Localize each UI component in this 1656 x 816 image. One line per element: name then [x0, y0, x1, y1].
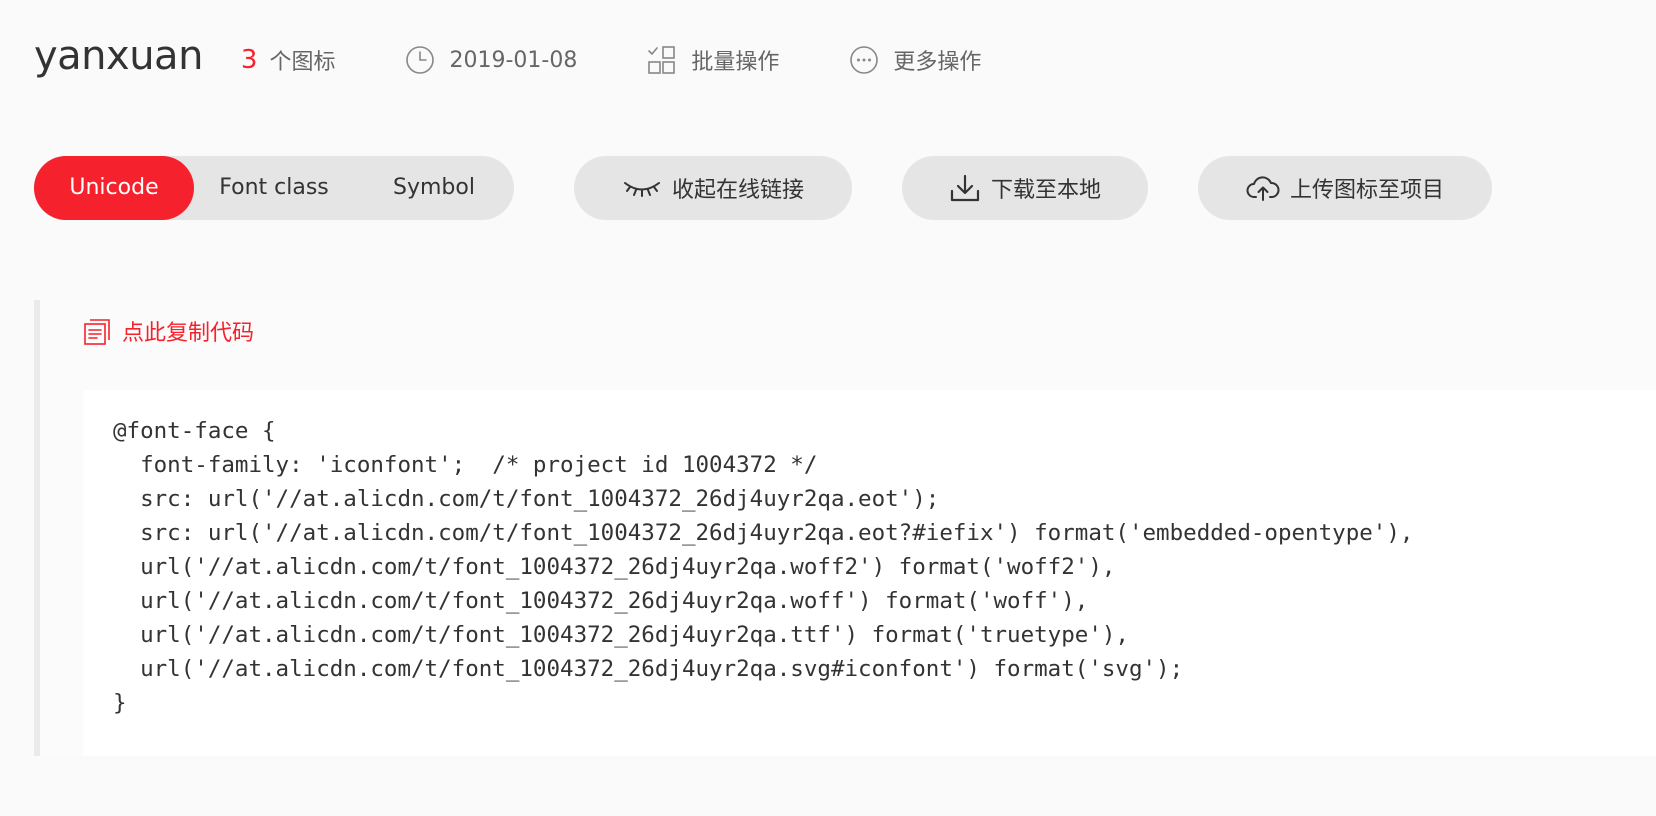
tab-symbol[interactable]: Symbol [354, 156, 514, 220]
download-local-label: 下载至本地 [990, 178, 1101, 203]
code-line: font-family: 'iconfont'; /* project id 1… [113, 452, 818, 478]
copy-icon [84, 319, 110, 345]
more-operations-button[interactable]: 更多操作 [849, 44, 981, 76]
collapse-online-link-button[interactable]: 收起在线链接 [574, 156, 852, 220]
code-line: src: url('//at.alicdn.com/t/font_1004372… [113, 520, 1414, 546]
project-header: yanxuan 3 个图标 2019-01-08 批量操作 更多操作 [34, 30, 1051, 90]
batch-operations-label: 批量操作 [691, 50, 780, 75]
toolbar: Unicode Font class Symbol 收起在线链接 下载至本地 上… [34, 156, 1542, 220]
batch-operations-button[interactable]: 批量操作 [647, 44, 779, 76]
icon-count: 3 [240, 45, 258, 75]
cloud-upload-icon [1246, 176, 1280, 201]
tab-unicode[interactable]: Unicode [34, 156, 194, 220]
iconfont-project-page: yanxuan 3 个图标 2019-01-08 批量操作 更多操作 Unico… [0, 0, 1656, 816]
upload-to-project-button[interactable]: 上传图标至项目 [1198, 156, 1492, 220]
date-text: 2019-01-08 [449, 47, 578, 73]
icon-count-label: 个图标 [269, 50, 336, 75]
download-local-button[interactable]: 下载至本地 [902, 156, 1148, 220]
collapse-online-link-label: 收起在线链接 [671, 178, 804, 203]
tab-font-class[interactable]: Font class [194, 156, 354, 220]
code-line: src: url('//at.alicdn.com/t/font_1004372… [113, 486, 940, 512]
code-line: url('//at.alicdn.com/t/font_1004372_26dj… [113, 656, 1184, 682]
project-name: yanxuan [34, 33, 203, 79]
upload-to-project-label: 上传图标至项目 [1289, 178, 1444, 203]
copy-code-label: 点此复制代码 [122, 321, 255, 346]
more-dots-icon [850, 46, 879, 74]
code-line: } [113, 690, 127, 716]
font-face-code: @font-face { font-family: 'iconfont'; /*… [83, 390, 1656, 720]
updated-date: 2019-01-08 [405, 45, 577, 75]
format-tabs: Unicode Font class Symbol [34, 156, 514, 220]
closed-eye-icon [623, 182, 660, 197]
more-operations-label: 更多操作 [893, 50, 982, 75]
clock-icon [406, 46, 435, 74]
code-line: @font-face { [113, 418, 276, 444]
grid-check-icon [648, 46, 676, 74]
code-line: url('//at.alicdn.com/t/font_1004372_26dj… [113, 622, 1129, 648]
copy-code-button[interactable]: 点此复制代码 [82, 315, 254, 347]
download-icon [950, 174, 980, 202]
code-line: url('//at.alicdn.com/t/font_1004372_26dj… [113, 588, 1089, 614]
code-panel: 点此复制代码 @font-face { font-family: 'iconfo… [34, 300, 1656, 756]
code-block: @font-face { font-family: 'iconfont'; /*… [83, 390, 1656, 756]
code-line: url('//at.alicdn.com/t/font_1004372_26dj… [113, 554, 1116, 580]
